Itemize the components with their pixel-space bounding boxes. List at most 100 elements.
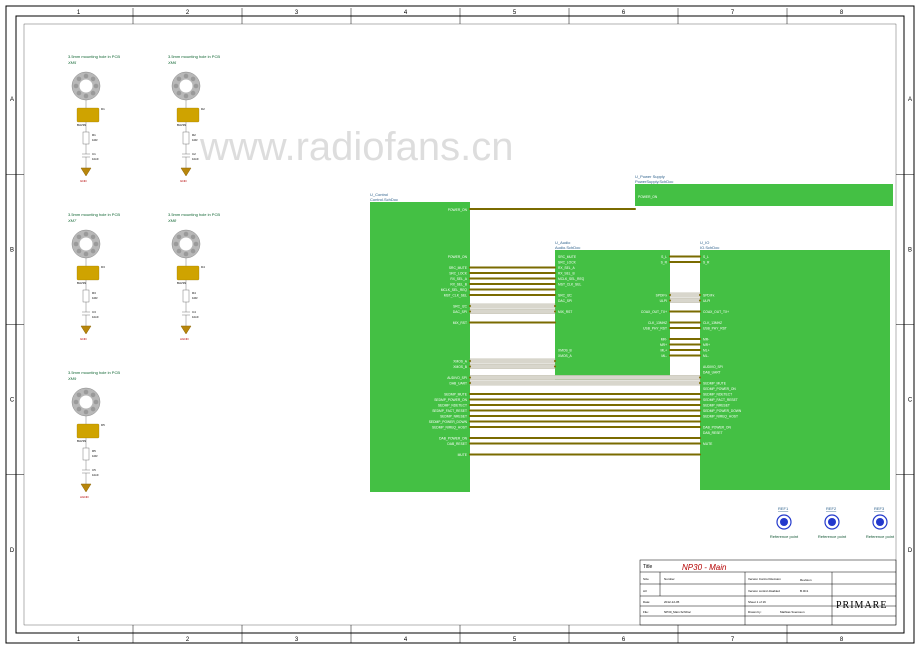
svg-text:POWER_ON: POWER_ON	[448, 255, 468, 259]
svg-text:MR-: MR-	[661, 338, 667, 342]
svg-text:XMOS_A: XMOS_A	[558, 354, 573, 358]
svg-text:CLK_13MHZ: CLK_13MHZ	[648, 321, 667, 325]
svg-text:Version control disabled: Version control disabled	[748, 589, 780, 593]
svg-text:REF3: REF3	[874, 506, 885, 511]
svg-text:COAX_OUT_TX+: COAX_OUT_TX+	[641, 310, 667, 314]
svg-text:GND: GND	[80, 337, 88, 341]
svg-text:7: 7	[731, 637, 735, 643]
svg-text:AUDIVO_SPI: AUDIVO_SPI	[447, 376, 467, 380]
svg-text:Title: Title	[643, 564, 652, 570]
svg-text:XM9: XM9	[67, 376, 77, 381]
svg-text:Sheet 1 of 16: Sheet 1 of 16	[748, 600, 766, 604]
svg-text:Revision: Revision	[800, 578, 812, 582]
svg-text:Audio.SchDoc: Audio.SchDoc	[555, 245, 580, 250]
svg-text:GND: GND	[180, 179, 188, 183]
svg-text:D3: D3	[101, 265, 105, 269]
svg-text:A: A	[10, 97, 14, 103]
svg-text:REF2: REF2	[826, 506, 837, 511]
svg-text:DAC_SPI: DAC_SPI	[558, 299, 572, 303]
svg-text:AUDIVO_SPI: AUDIVO_SPI	[703, 365, 723, 369]
svg-text:BAV99: BAV99	[77, 123, 86, 127]
svg-text:MIX_RST: MIX_RST	[558, 310, 572, 314]
svg-text:MCLK_SEL_REQ: MCLK_SEL_REQ	[441, 288, 468, 292]
refpoint-REF1: REF1 Reference point	[770, 506, 799, 539]
svg-text:Version Control Revision: Version Control Revision	[748, 577, 781, 581]
svg-text:B: B	[908, 247, 912, 253]
svg-text:D1: D1	[101, 107, 105, 111]
svg-text:IO.SchDoc: IO.SchDoc	[700, 245, 719, 250]
svg-text:RX_SEL_A: RX_SEL_A	[450, 277, 467, 281]
svg-text:MR+: MR+	[703, 343, 710, 347]
svg-text:10R: 10R	[92, 454, 98, 458]
svg-text:SEDMP_NIREQ_HOST: SEDMP_NIREQ_HOST	[703, 415, 738, 419]
svg-text:SEDMP_MUTE: SEDMP_MUTE	[703, 382, 727, 386]
svg-text:XM8: XM8	[167, 218, 177, 223]
svg-text:SEDMP_NRESET: SEDMP_NRESET	[703, 404, 730, 408]
block-U_Audio: U_AudioAudio.SchDocSRC_MUTESRC_LOCKRX_SE…	[555, 240, 670, 380]
svg-text:R4: R4	[192, 291, 196, 295]
svg-text:Control.SchDoc: Control.SchDoc	[370, 197, 398, 202]
svg-text:3: 3	[295, 10, 299, 16]
svg-text:DAB_UART: DAB_UART	[449, 382, 467, 386]
svg-text:SRC_LOCK: SRC_LOCK	[558, 261, 577, 265]
block-U_IO: U_IOIO.SchDocS_LS_RSPDIFxULPICOAX_OUT_TX…	[700, 240, 890, 490]
svg-text:DAB_RESET: DAB_RESET	[447, 442, 467, 446]
svg-text:CLK_13MHZ: CLK_13MHZ	[703, 321, 722, 325]
svg-text:MUTE: MUTE	[703, 442, 713, 446]
svg-text:D2: D2	[201, 107, 205, 111]
mounting-hole-XM7: 3.5mm mounting hole in PCBXM7D3BAV99R310…	[67, 212, 120, 341]
svg-text:A: A	[908, 97, 912, 103]
svg-text:MR-: MR-	[703, 338, 709, 342]
svg-text:SRC_MUTE: SRC_MUTE	[558, 255, 577, 259]
svg-text:XMOS_A: XMOS_A	[453, 360, 468, 364]
svg-text:MR+: MR+	[660, 343, 667, 347]
svg-text:B.0C1: B.0C1	[800, 589, 809, 593]
svg-text:Date:: Date:	[643, 600, 650, 604]
svg-text:Drawn by:: Drawn by:	[748, 610, 762, 614]
svg-text:10R: 10R	[192, 138, 198, 142]
svg-text:USB_PHY_RST: USB_PHY_RST	[643, 327, 667, 331]
svg-text:BAV99: BAV99	[177, 281, 186, 285]
svg-text:PRIMARE: PRIMARE	[836, 600, 887, 611]
svg-text:XM6: XM6	[167, 60, 177, 65]
svg-text:C: C	[10, 398, 15, 404]
svg-text:SEDMP_FACT_RESET: SEDMP_FACT_RESET	[432, 409, 467, 413]
svg-text:8: 8	[840, 10, 844, 16]
svg-text:D: D	[908, 548, 913, 554]
svg-text:REF1: REF1	[778, 506, 789, 511]
svg-text:R5: R5	[92, 449, 96, 453]
svg-text:Reference point: Reference point	[866, 534, 895, 539]
svg-text:SRC_LOCK: SRC_LOCK	[449, 272, 468, 276]
svg-text:SEDMP_NRESET: SEDMP_NRESET	[440, 415, 467, 419]
svg-text:DAB_UART: DAB_UART	[703, 371, 721, 375]
svg-text:MIX_RST: MIX_RST	[453, 321, 467, 325]
svg-text:DAC_SPI: DAC_SPI	[453, 310, 467, 314]
svg-text:C3: C3	[92, 310, 96, 314]
row-labels-right: ABCD	[896, 97, 914, 554]
svg-text:SEDMP_POWER_DOWN: SEDMP_POWER_DOWN	[703, 409, 742, 413]
svg-text:R2: R2	[192, 133, 196, 137]
svg-text:2012-12-05: 2012-12-05	[664, 600, 680, 604]
mounting-hole-XM5: 3.5mm mounting hole in PCBXM5D1BAV99R110…	[67, 54, 120, 183]
svg-text:B: B	[10, 247, 14, 253]
svg-text:SRC_I2C: SRC_I2C	[453, 305, 468, 309]
svg-text:Reference point: Reference point	[770, 534, 799, 539]
svg-text:DAB_POWER_ON: DAB_POWER_ON	[703, 426, 731, 430]
svg-text:ML+: ML+	[703, 349, 710, 353]
mounting-hole-XM8: 3.5mm mounting hole in PCBXM8D4BAV99R410…	[167, 212, 220, 341]
svg-text:R3: R3	[92, 291, 96, 295]
svg-text:Reference point: Reference point	[818, 534, 847, 539]
svg-text:S_L: S_L	[661, 255, 667, 259]
svg-text:SEDMP_MUTE: SEDMP_MUTE	[444, 393, 468, 397]
svg-text:AGND: AGND	[80, 495, 90, 499]
watermark: www.radiofans.cn	[199, 125, 513, 169]
svg-text:DAB_RESET: DAB_RESET	[703, 431, 723, 435]
svg-text:Size: Size	[643, 577, 649, 581]
svg-text:10R: 10R	[192, 296, 198, 300]
block-U_Control: U_ControlControl.SchDocPOWER_ONSRC_MUTES…	[370, 192, 470, 492]
svg-text:ULPI: ULPI	[703, 299, 710, 303]
svg-text:USB_PHY_RST: USB_PHY_RST	[703, 327, 727, 331]
svg-text:10R: 10R	[92, 138, 98, 142]
svg-text:File:: File:	[643, 610, 649, 614]
svg-text:SPDIFx: SPDIFx	[703, 294, 715, 298]
